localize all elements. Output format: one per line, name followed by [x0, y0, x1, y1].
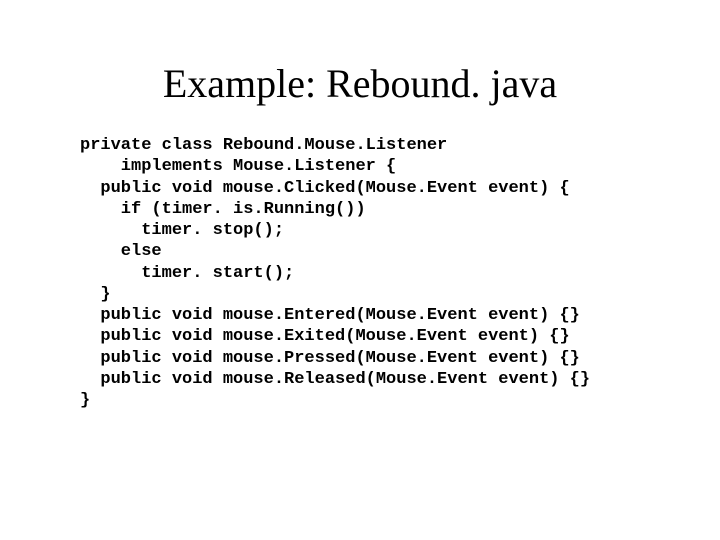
code-line: public void mouse.Entered(Mouse.Event ev…: [80, 306, 580, 325]
slide-title: Example: Rebound. java: [80, 60, 640, 107]
code-line: }: [80, 391, 90, 410]
code-line: else: [80, 242, 162, 261]
code-line: public void mouse.Pressed(Mouse.Event ev…: [80, 349, 580, 368]
code-block: private class Rebound.Mouse.Listener imp…: [80, 135, 640, 411]
code-line: if (timer. is.Running()): [80, 200, 366, 219]
code-line: private class Rebound.Mouse.Listener: [80, 136, 447, 155]
code-line: public void mouse.Released(Mouse.Event e…: [80, 370, 590, 389]
code-line: timer. stop();: [80, 221, 284, 240]
code-line: }: [80, 285, 111, 304]
slide: Example: Rebound. java private class Reb…: [0, 0, 720, 540]
code-line: implements Mouse.Listener {: [80, 157, 396, 176]
code-line: public void mouse.Clicked(Mouse.Event ev…: [80, 179, 570, 198]
code-line: timer. start();: [80, 264, 294, 283]
code-line: public void mouse.Exited(Mouse.Event eve…: [80, 327, 570, 346]
